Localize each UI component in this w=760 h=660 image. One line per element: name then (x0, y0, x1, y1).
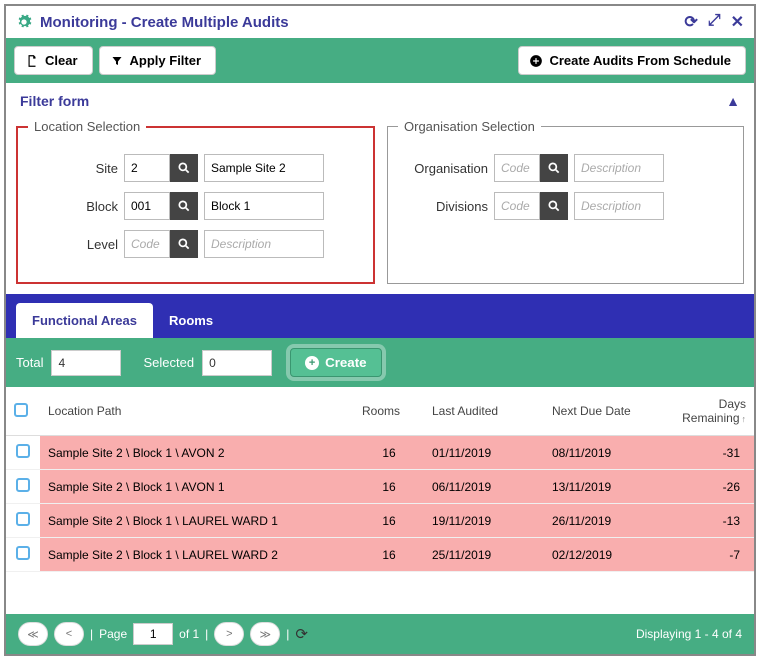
collapse-caret-icon[interactable]: ▲ (726, 93, 740, 109)
expand-icon[interactable]: ⤢ (708, 12, 721, 32)
cell-rooms: 16 (354, 436, 424, 470)
cell-path: Sample Site 2 \ Block 1 \ AVON 1 (40, 470, 354, 504)
org-search-button[interactable] (540, 154, 568, 182)
pager-refresh-icon[interactable]: ⟳ (295, 625, 308, 643)
block-search-button[interactable] (170, 192, 198, 220)
location-legend: Location Selection (28, 119, 146, 134)
org-desc-input[interactable] (574, 154, 664, 182)
total-input[interactable] (51, 350, 121, 376)
select-all-checkbox[interactable] (14, 403, 28, 417)
location-selection-group: Location Selection Site Block Level (16, 119, 375, 284)
cell-rooms: 16 (354, 504, 424, 538)
cell-next: 02/12/2019 (544, 538, 664, 572)
col-days-remaining[interactable]: Days Remaining↑ (664, 387, 754, 436)
cell-last: 25/11/2019 (424, 538, 544, 572)
cell-next: 08/11/2019 (544, 436, 664, 470)
organisation-selection-group: Organisation Selection Organisation Divi… (387, 119, 744, 284)
page-prev-button[interactable]: < (54, 622, 84, 646)
page-first-button[interactable]: ≪ (18, 622, 48, 646)
org-legend: Organisation Selection (398, 119, 541, 134)
col-rooms[interactable]: Rooms (354, 387, 424, 436)
row-checkbox[interactable] (16, 546, 30, 560)
plus-icon: + (305, 356, 319, 370)
level-search-button[interactable] (170, 230, 198, 258)
clear-button[interactable]: Clear (14, 46, 93, 75)
cell-days: -7 (664, 538, 754, 572)
page-input[interactable] (133, 623, 173, 645)
site-desc-input[interactable] (204, 154, 324, 182)
divisions-label: Divisions (398, 199, 488, 214)
div-code-input[interactable] (494, 192, 540, 220)
pager-display: Displaying 1 - 4 of 4 (636, 627, 742, 641)
table-row[interactable]: Sample Site 2 \ Block 1 \ AVON 11606/11/… (6, 470, 754, 504)
row-checkbox[interactable] (16, 478, 30, 492)
selected-input[interactable] (202, 350, 272, 376)
col-location-path[interactable]: Location Path (40, 387, 354, 436)
tab-rooms[interactable]: Rooms (153, 303, 229, 338)
level-desc-input[interactable] (204, 230, 324, 258)
div-desc-input[interactable] (574, 192, 664, 220)
organisation-label: Organisation (398, 161, 488, 176)
tab-functional-areas[interactable]: Functional Areas (16, 303, 153, 338)
cell-path: Sample Site 2 \ Block 1 \ LAUREL WARD 2 (40, 538, 354, 572)
cell-rooms: 16 (354, 538, 424, 572)
cell-path: Sample Site 2 \ Block 1 \ LAUREL WARD 1 (40, 504, 354, 538)
window-title: Monitoring - Create Multiple Audits (40, 14, 289, 31)
sort-asc-icon: ↑ (742, 414, 747, 424)
table-row[interactable]: Sample Site 2 \ Block 1 \ AVON 21601/11/… (6, 436, 754, 470)
cell-path: Sample Site 2 \ Block 1 \ AVON 2 (40, 436, 354, 470)
funnel-icon (110, 54, 124, 68)
row-checkbox[interactable] (16, 444, 30, 458)
cell-next: 26/11/2019 (544, 504, 664, 538)
page-last-button[interactable]: ≫ (250, 622, 280, 646)
site-label: Site (28, 161, 118, 176)
selected-label: Selected (143, 355, 194, 370)
site-code-input[interactable] (124, 154, 170, 182)
filter-form-title: Filter form (20, 93, 89, 109)
cell-rooms: 16 (354, 470, 424, 504)
table-row[interactable]: Sample Site 2 \ Block 1 \ LAUREL WARD 21… (6, 538, 754, 572)
refresh-icon[interactable]: ⟳ (684, 12, 697, 32)
table-row[interactable]: Sample Site 2 \ Block 1 \ LAUREL WARD 11… (6, 504, 754, 538)
block-desc-input[interactable] (204, 192, 324, 220)
total-label: Total (16, 355, 43, 370)
create-button[interactable]: + Create (290, 348, 382, 377)
cell-last: 01/11/2019 (424, 436, 544, 470)
gear-icon (16, 14, 32, 30)
document-icon (25, 54, 39, 68)
cell-next: 13/11/2019 (544, 470, 664, 504)
col-next-due[interactable]: Next Due Date (544, 387, 664, 436)
site-search-button[interactable] (170, 154, 198, 182)
div-search-button[interactable] (540, 192, 568, 220)
block-label: Block (28, 199, 118, 214)
cell-days: -31 (664, 436, 754, 470)
plus-circle-icon (529, 54, 543, 68)
level-code-input[interactable] (124, 230, 170, 258)
results-table: Location Path Rooms Last Audited Next Du… (6, 387, 754, 572)
block-code-input[interactable] (124, 192, 170, 220)
cell-last: 06/11/2019 (424, 470, 544, 504)
cell-last: 19/11/2019 (424, 504, 544, 538)
org-code-input[interactable] (494, 154, 540, 182)
apply-filter-button[interactable]: Apply Filter (99, 46, 217, 75)
close-icon[interactable]: ✕ (731, 12, 744, 32)
cell-days: -26 (664, 470, 754, 504)
page-next-button[interactable]: > (214, 622, 244, 646)
level-label: Level (28, 237, 118, 252)
page-of: of 1 (179, 627, 199, 641)
col-last-audited[interactable]: Last Audited (424, 387, 544, 436)
row-checkbox[interactable] (16, 512, 30, 526)
create-from-schedule-button[interactable]: Create Audits From Schedule (518, 46, 746, 75)
cell-days: -13 (664, 504, 754, 538)
page-label: Page (99, 627, 127, 641)
